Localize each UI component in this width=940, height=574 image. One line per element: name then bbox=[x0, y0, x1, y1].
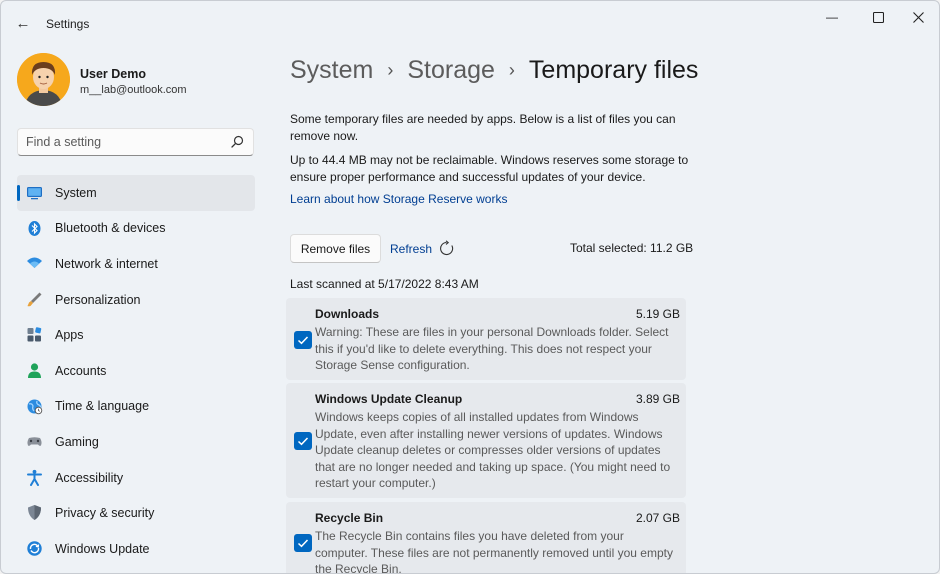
file-title: Downloads bbox=[315, 307, 380, 321]
shield-icon bbox=[28, 505, 41, 521]
avatar bbox=[17, 53, 70, 106]
sidebar-item-accessibility[interactable]: Accessibility bbox=[17, 460, 255, 496]
sidebar-item-privacy[interactable]: Privacy & security bbox=[17, 495, 255, 531]
user-profile[interactable]: User Demo m__lab@outlook.com bbox=[17, 53, 257, 109]
time-language-icon bbox=[27, 399, 43, 414]
description-text: Some temporary files are needed by apps.… bbox=[290, 112, 676, 143]
sidebar-item-label: System bbox=[55, 185, 97, 200]
sidebar-item-label: Gaming bbox=[55, 434, 99, 449]
network-icon bbox=[27, 257, 42, 269]
sidebar-item-label: Bluetooth & devices bbox=[55, 221, 166, 236]
storage-reserve-text: Up to 44.4 MB may not be reclaimable. Wi… bbox=[290, 153, 689, 184]
file-size: 3.89 GB bbox=[635, 392, 680, 406]
app-title: Settings bbox=[46, 17, 90, 31]
file-description: Windows keeps copies of all installed up… bbox=[315, 410, 671, 491]
sidebar-item-apps[interactable]: Apps bbox=[17, 317, 255, 353]
sidebar-item-system[interactable]: System bbox=[17, 175, 255, 211]
storage-reserve-link[interactable]: Learn about how Storage Reserve works bbox=[290, 192, 507, 206]
file-title: Windows Update Cleanup bbox=[315, 392, 463, 406]
checkmark-icon bbox=[297, 336, 309, 345]
windows-update-icon bbox=[27, 541, 42, 556]
checkmark-icon bbox=[297, 539, 309, 548]
sidebar-item-label: Accounts bbox=[55, 363, 107, 378]
maximize-icon bbox=[872, 11, 884, 23]
sidebar-item-label: Personalization bbox=[55, 292, 141, 307]
accessibility-icon bbox=[27, 469, 42, 486]
refresh-label: Refresh bbox=[390, 241, 433, 256]
apps-icon bbox=[27, 327, 42, 342]
file-description: Warning: These are files in your persona… bbox=[315, 325, 669, 373]
file-size: 2.07 GB bbox=[635, 511, 680, 525]
sidebar-item-personalization[interactable]: Personalization bbox=[17, 282, 255, 318]
total-selected: Total selected: 11.2 GB bbox=[570, 241, 694, 255]
sidebar-item-label: Privacy & security bbox=[55, 506, 155, 521]
file-title: Recycle Bin bbox=[315, 511, 384, 525]
back-button[interactable]: ← bbox=[11, 11, 35, 35]
user-email: m__lab@outlook.com bbox=[80, 84, 187, 96]
sidebar-item-gaming[interactable]: Gaming bbox=[17, 424, 255, 460]
breadcrumb-system[interactable]: System bbox=[290, 56, 373, 85]
sidebar-item-time-language[interactable]: Time & language bbox=[17, 389, 255, 425]
search-box[interactable] bbox=[17, 128, 254, 156]
bluetooth-icon bbox=[28, 220, 41, 236]
sidebar-nav: System Bluetooth & devices Network & int… bbox=[17, 175, 255, 567]
search-input[interactable] bbox=[26, 135, 216, 149]
sidebar-item-accounts[interactable]: Accounts bbox=[17, 353, 255, 389]
accounts-icon bbox=[28, 363, 41, 378]
file-card-recycle-bin[interactable]: Recycle Bin 2.07 GB The Recycle Bin cont… bbox=[286, 502, 686, 574]
breadcrumb-storage[interactable]: Storage bbox=[407, 56, 495, 85]
sidebar-item-network[interactable]: Network & internet bbox=[17, 246, 255, 282]
back-arrow-icon: ← bbox=[15, 14, 31, 32]
search-icon bbox=[231, 135, 244, 148]
breadcrumb: System › Storage › Temporary files bbox=[290, 53, 698, 87]
title-bar: ← Settings — bbox=[1, 1, 939, 45]
settings-window: ← Settings — User Demo m__lab@outlook.co… bbox=[0, 0, 940, 574]
minimize-button[interactable]: — bbox=[809, 1, 855, 33]
sidebar-item-label: Apps bbox=[55, 328, 84, 343]
close-icon bbox=[912, 11, 924, 23]
sidebar-item-label: Windows Update bbox=[55, 541, 150, 556]
avatar-illustration bbox=[17, 53, 70, 106]
windows-update-cleanup-checkbox[interactable] bbox=[294, 432, 312, 450]
recycle-bin-checkbox[interactable] bbox=[294, 534, 312, 552]
chevron-right-icon: › bbox=[508, 59, 515, 80]
checkmark-icon bbox=[297, 437, 309, 446]
sidebar-item-windows-update[interactable]: Windows Update bbox=[17, 531, 255, 567]
downloads-checkbox[interactable] bbox=[294, 331, 312, 349]
close-button[interactable] bbox=[895, 1, 939, 33]
page-title: Temporary files bbox=[528, 55, 699, 84]
file-description: The Recycle Bin contains files you have … bbox=[315, 529, 673, 574]
last-scanned: Last scanned at 5/17/2022 8:43 AM bbox=[290, 277, 479, 291]
sidebar-item-bluetooth[interactable]: Bluetooth & devices bbox=[17, 211, 255, 247]
refresh-button[interactable]: Refresh bbox=[390, 240, 455, 257]
sidebar-item-label: Accessibility bbox=[55, 470, 124, 485]
system-icon bbox=[27, 187, 42, 200]
file-size: 5.19 GB bbox=[635, 307, 680, 321]
remove-files-button[interactable]: Remove files bbox=[290, 234, 381, 263]
minimize-icon: — bbox=[826, 10, 838, 24]
chevron-right-icon: › bbox=[387, 59, 394, 80]
user-name: User Demo bbox=[80, 67, 146, 81]
sidebar-item-label: Network & internet bbox=[55, 256, 158, 271]
refresh-icon bbox=[440, 240, 454, 255]
sidebar-item-label: Time & language bbox=[55, 399, 150, 414]
file-card-downloads[interactable]: Downloads 5.19 GB Warning: These are fil… bbox=[286, 298, 686, 380]
personalization-icon bbox=[27, 292, 42, 307]
gaming-icon bbox=[27, 437, 42, 446]
file-card-windows-update-cleanup[interactable]: Windows Update Cleanup 3.89 GB Windows k… bbox=[286, 383, 686, 498]
